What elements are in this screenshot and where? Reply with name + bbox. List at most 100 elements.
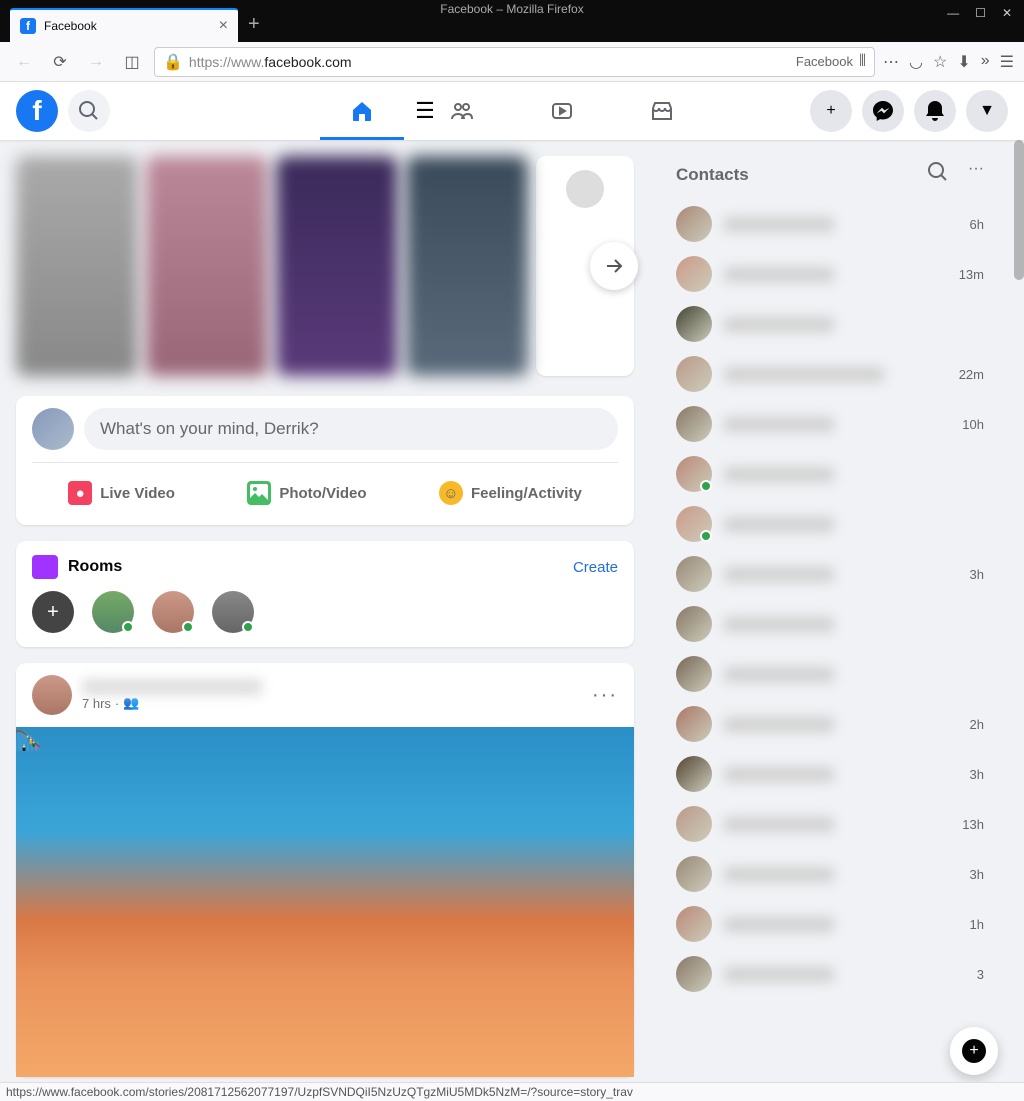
bookmark-icon[interactable]: ☆: [933, 52, 947, 72]
browser-tab[interactable]: Facebook ×: [10, 8, 238, 42]
story-card[interactable]: [276, 156, 398, 376]
messenger-button[interactable]: [862, 90, 904, 132]
rooms-title: Rooms: [32, 555, 122, 579]
rooms-card: Rooms Create +: [16, 541, 634, 647]
contact-name: [724, 517, 834, 532]
contact-name: [724, 217, 834, 232]
nav-watch[interactable]: [516, 82, 608, 140]
scrollbar-thumb[interactable]: [1014, 140, 1024, 280]
audience-icon: 👥: [123, 695, 139, 711]
avatar-placeholder: [566, 170, 604, 208]
rooms-create-link[interactable]: Create: [573, 559, 618, 576]
reload-button[interactable]: ⟳: [46, 48, 74, 76]
contact-row[interactable]: [668, 599, 992, 649]
minimize-button[interactable]: —: [947, 6, 959, 20]
lock-icon: 🔒: [163, 52, 183, 72]
nav-marketplace[interactable]: [616, 82, 708, 140]
contact-time: 2h: [970, 717, 984, 732]
content-area: What's on your mind, Derrik? ● Live Vide…: [0, 140, 1024, 1101]
marketplace-icon: [650, 99, 674, 123]
contact-avatar: [676, 506, 712, 542]
facebook-logo[interactable]: [16, 90, 58, 132]
contact-row[interactable]: 22m: [668, 349, 992, 399]
room-contact[interactable]: [152, 591, 194, 633]
contact-avatar: [676, 656, 712, 692]
contact-row[interactable]: [668, 649, 992, 699]
room-contact[interactable]: [212, 591, 254, 633]
contact-row[interactable]: 1h: [668, 899, 992, 949]
contact-row[interactable]: 2h: [668, 699, 992, 749]
account-button[interactable]: ▼: [966, 90, 1008, 132]
contact-row[interactable]: 13m: [668, 249, 992, 299]
notifications-button[interactable]: [914, 90, 956, 132]
close-tab-icon[interactable]: ×: [219, 17, 228, 35]
search-contacts-icon[interactable]: [926, 160, 950, 189]
story-card[interactable]: [406, 156, 528, 376]
contact-name: [724, 617, 834, 632]
maximize-button[interactable]: ☐: [975, 6, 986, 20]
create-room-button[interactable]: +: [32, 591, 74, 633]
post-menu-button[interactable]: ···: [592, 684, 618, 707]
user-avatar[interactable]: [32, 408, 74, 450]
feeling-activity-button[interactable]: ☺ Feeling/Activity: [427, 473, 594, 513]
create-button[interactable]: +: [810, 90, 852, 132]
contact-row[interactable]: 3h: [668, 549, 992, 599]
shield-icon[interactable]: ◫: [118, 48, 146, 76]
story-card[interactable]: [146, 156, 268, 376]
new-tab-button[interactable]: +: [248, 13, 260, 36]
close-window-button[interactable]: ✕: [1002, 6, 1012, 20]
overflow-icon[interactable]: »: [981, 52, 990, 72]
contact-row[interactable]: [668, 449, 992, 499]
contact-row[interactable]: 3h: [668, 749, 992, 799]
contact-row[interactable]: 3: [668, 949, 992, 999]
post-author-avatar[interactable]: [32, 675, 72, 715]
more-icon[interactable]: ⋯: [883, 52, 899, 72]
downloads-icon[interactable]: ⬇: [957, 52, 970, 72]
search-button[interactable]: [68, 90, 110, 132]
forward-button[interactable]: →: [82, 48, 110, 76]
contact-row[interactable]: 6h: [668, 199, 992, 249]
contact-name: [724, 867, 834, 882]
hamburger-menu-icon[interactable]: ☰: [1000, 52, 1014, 72]
contact-avatar: [676, 706, 712, 742]
address-bar[interactable]: 🔒 https://www.facebook.com Facebook ⦀: [154, 47, 875, 77]
contact-name: [724, 717, 834, 732]
new-message-fab[interactable]: +: [950, 1027, 998, 1075]
contact-name: [724, 817, 834, 832]
contact-row[interactable]: 3h: [668, 849, 992, 899]
contact-row[interactable]: [668, 299, 992, 349]
room-contact[interactable]: [92, 591, 134, 633]
contact-name: [724, 267, 834, 282]
back-button[interactable]: ←: [10, 48, 38, 76]
contact-avatar: [676, 806, 712, 842]
toolbar-icons: ⋯ ◡ ☆ ⬇ » ☰: [883, 52, 1014, 72]
contact-row[interactable]: 13h: [668, 799, 992, 849]
window-title: Facebook – Mozilla Firefox: [440, 2, 583, 16]
post-author-name[interactable]: [82, 679, 262, 695]
live-video-button[interactable]: ● Live Video: [56, 473, 187, 513]
story-card[interactable]: [16, 156, 138, 376]
friends-icon: [450, 99, 474, 123]
contacts-list: 6h13m22m10h3h2h3h13h3h1h3: [668, 199, 992, 999]
post-image[interactable]: [16, 727, 634, 1077]
contact-row[interactable]: 10h: [668, 399, 992, 449]
contact-name: [724, 917, 834, 932]
contacts-options-icon[interactable]: ···: [968, 160, 984, 189]
contact-time: 3h: [970, 867, 984, 882]
composer-input[interactable]: What's on your mind, Derrik?: [84, 408, 618, 450]
photo-video-button[interactable]: Photo/Video: [235, 473, 378, 513]
post-timestamp: 7 hrs · 👥: [82, 695, 262, 711]
nav-friends[interactable]: [416, 82, 508, 140]
contact-name: [724, 967, 834, 982]
contact-avatar: [676, 306, 712, 342]
contact-avatar: [676, 956, 712, 992]
contact-time: 3: [977, 967, 984, 982]
url-site-label: Facebook: [796, 54, 853, 69]
contact-row[interactable]: [668, 499, 992, 549]
pocket-icon[interactable]: ◡: [909, 52, 923, 72]
stories-next-button[interactable]: [590, 242, 638, 290]
nav-home[interactable]: [316, 82, 408, 140]
reader-icon[interactable]: ⦀: [859, 53, 866, 71]
contact-avatar: [676, 206, 712, 242]
url-text: https://www.facebook.com: [189, 54, 352, 70]
